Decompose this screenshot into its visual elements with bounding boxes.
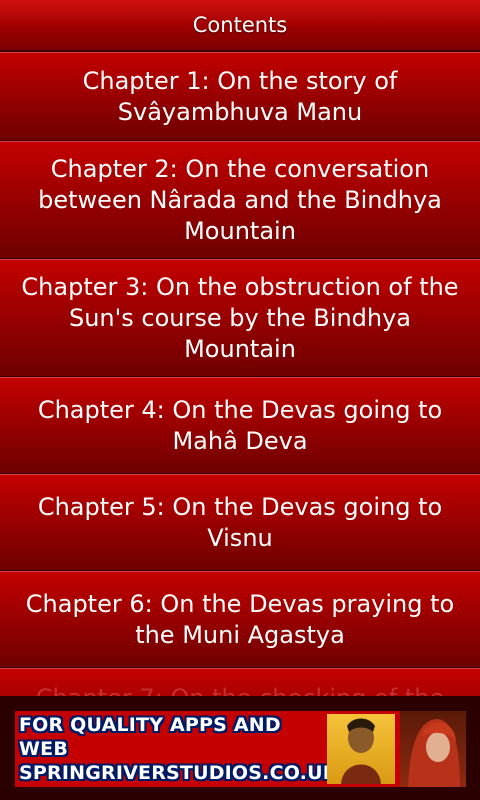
ad-banner[interactable]: FOR QUALITY APPS AND WEB SPRINGRIVERSTUD… [15,711,466,787]
chapter-item-1[interactable]: Chapter 1: On the story of Svâyambhuva M… [0,52,480,141]
chapter-label: Chapter 3: On the obstruction of the Sun… [21,272,459,363]
ad-line-1: FOR QUALITY APPS AND WEB [19,714,281,760]
chapter-item-2[interactable]: Chapter 2: On the conversation between N… [0,141,480,259]
chapter-list[interactable]: Chapter 1: On the story of Svâyambhuva M… [0,52,480,696]
portrait-image-2 [400,711,466,787]
portrait-image-1 [327,714,395,784]
chapter-label: Chapter 1: On the story of Svâyambhuva M… [82,66,398,126]
chapter-item-4[interactable]: Chapter 4: On the Devas going to Mahâ De… [0,377,480,474]
chapter-item-6[interactable]: Chapter 6: On the Devas praying to the M… [0,571,480,668]
ad-banner-text: FOR QUALITY APPS AND WEB SPRINGRIVERSTUD… [15,713,338,785]
ad-line-2: SPRINGRIVERSTUDIOS.CO.UK [19,762,338,784]
chapter-item-5[interactable]: Chapter 5: On the Devas going to Visnu [0,474,480,571]
chapter-item-3[interactable]: Chapter 3: On the obstruction of the Sun… [0,259,480,377]
chapter-label: Chapter 6: On the Devas praying to the M… [25,589,455,649]
chapter-label: Chapter 7: On the checking of the [36,683,444,696]
chapter-label: Chapter 2: On the conversation between N… [38,154,442,245]
chapter-item-7[interactable]: Chapter 7: On the checking of the [0,668,480,696]
page-title-bar: Contents [0,0,480,52]
chapter-label: Chapter 5: On the Devas going to Visnu [37,492,443,552]
chapter-label: Chapter 4: On the Devas going to Mahâ De… [37,395,443,455]
page-title: Contents [192,13,288,37]
